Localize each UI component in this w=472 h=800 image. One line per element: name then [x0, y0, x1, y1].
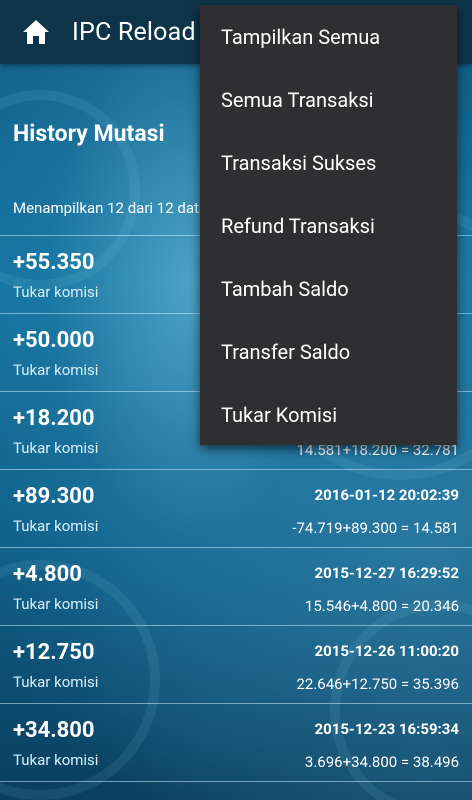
transaction-amount: +89.300 — [13, 484, 95, 509]
transaction-type: Tukar komisi — [13, 673, 99, 691]
transaction-type: Tukar komisi — [13, 517, 99, 535]
transaction-type: Tukar komisi — [13, 439, 99, 457]
menu-item-refund-transaksi[interactable]: Refund Transaksi — [200, 194, 457, 257]
transaction-type: Tukar komisi — [13, 595, 99, 613]
transaction-datetime: 2016-01-12 20:02:39 — [314, 486, 460, 504]
transaction-row[interactable]: +4.800 Tukar komisi 2015-12-27 16:29:52 … — [0, 547, 472, 625]
transaction-amount: +50.000 — [13, 328, 95, 353]
transaction-type: Tukar komisi — [13, 361, 99, 379]
transaction-datetime: 2015-12-23 16:59:34 — [314, 720, 460, 738]
app-title: IPC Reload — [72, 17, 196, 47]
transaction-amount: +34.800 — [13, 718, 95, 743]
page-title: History Mutasi — [13, 120, 165, 147]
transaction-amount: +18.200 — [13, 406, 95, 431]
transaction-balance-calc: 3.696+34.800 = 38.496 — [304, 753, 459, 771]
transaction-balance-calc: 15.546+4.800 = 20.346 — [304, 597, 459, 615]
filter-dropdown-menu: Tampilkan Semua Semua Transaksi Transaks… — [200, 5, 457, 445]
transaction-amount: +12.750 — [13, 640, 95, 665]
home-icon — [23, 20, 49, 44]
transaction-type: Tukar komisi — [13, 283, 99, 301]
transaction-amount: +55.350 — [13, 250, 95, 275]
menu-item-transaksi-sukses[interactable]: Transaksi Sukses — [200, 131, 457, 194]
transaction-row[interactable]: +89.300 Tukar komisi 2016-01-12 20:02:39… — [0, 469, 472, 547]
transaction-balance-calc: -74.719+89.300 = 14.581 — [292, 519, 459, 537]
transaction-datetime: 2015-12-27 16:29:52 — [314, 564, 460, 582]
transaction-balance-calc: 22.646+12.750 = 35.396 — [296, 675, 459, 693]
transaction-type: Tukar komisi — [13, 751, 99, 769]
menu-item-tambah-saldo[interactable]: Tambah Saldo — [200, 257, 457, 320]
menu-item-tampilkan-semua[interactable]: Tampilkan Semua — [200, 5, 457, 68]
home-button[interactable] — [0, 0, 72, 64]
transaction-row[interactable]: +12.750 Tukar komisi 2015-12-26 11:00:20… — [0, 625, 472, 703]
transaction-row[interactable]: +34.800 Tukar komisi 2015-12-23 16:59:34… — [0, 703, 472, 782]
results-summary: Menampilkan 12 dari 12 data — [13, 199, 208, 217]
transaction-amount: +4.800 — [13, 562, 82, 587]
menu-item-tukar-komisi[interactable]: Tukar Komisi — [200, 383, 457, 446]
transaction-datetime: 2015-12-26 11:00:20 — [314, 642, 460, 660]
menu-item-semua-transaksi[interactable]: Semua Transaksi — [200, 68, 457, 131]
menu-item-transfer-saldo[interactable]: Transfer Saldo — [200, 320, 457, 383]
